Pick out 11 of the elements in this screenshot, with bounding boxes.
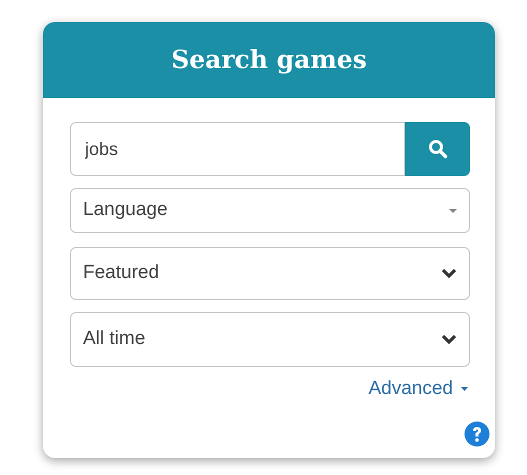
search-button[interactable]: [405, 122, 470, 176]
search-icon: [428, 139, 448, 159]
advanced-link[interactable]: Advanced: [368, 375, 468, 404]
help-icon[interactable]: [464, 420, 490, 446]
dropdown[interactable]: Language: [70, 188, 470, 233]
chevron-icon: [441, 334, 457, 345]
dropdown[interactable]: Featured: [70, 247, 470, 300]
dropdown[interactable]: All time: [70, 312, 470, 367]
caret-icon: [449, 208, 457, 212]
chevron-icon: [441, 268, 457, 279]
panel-title: Search games: [171, 44, 367, 76]
